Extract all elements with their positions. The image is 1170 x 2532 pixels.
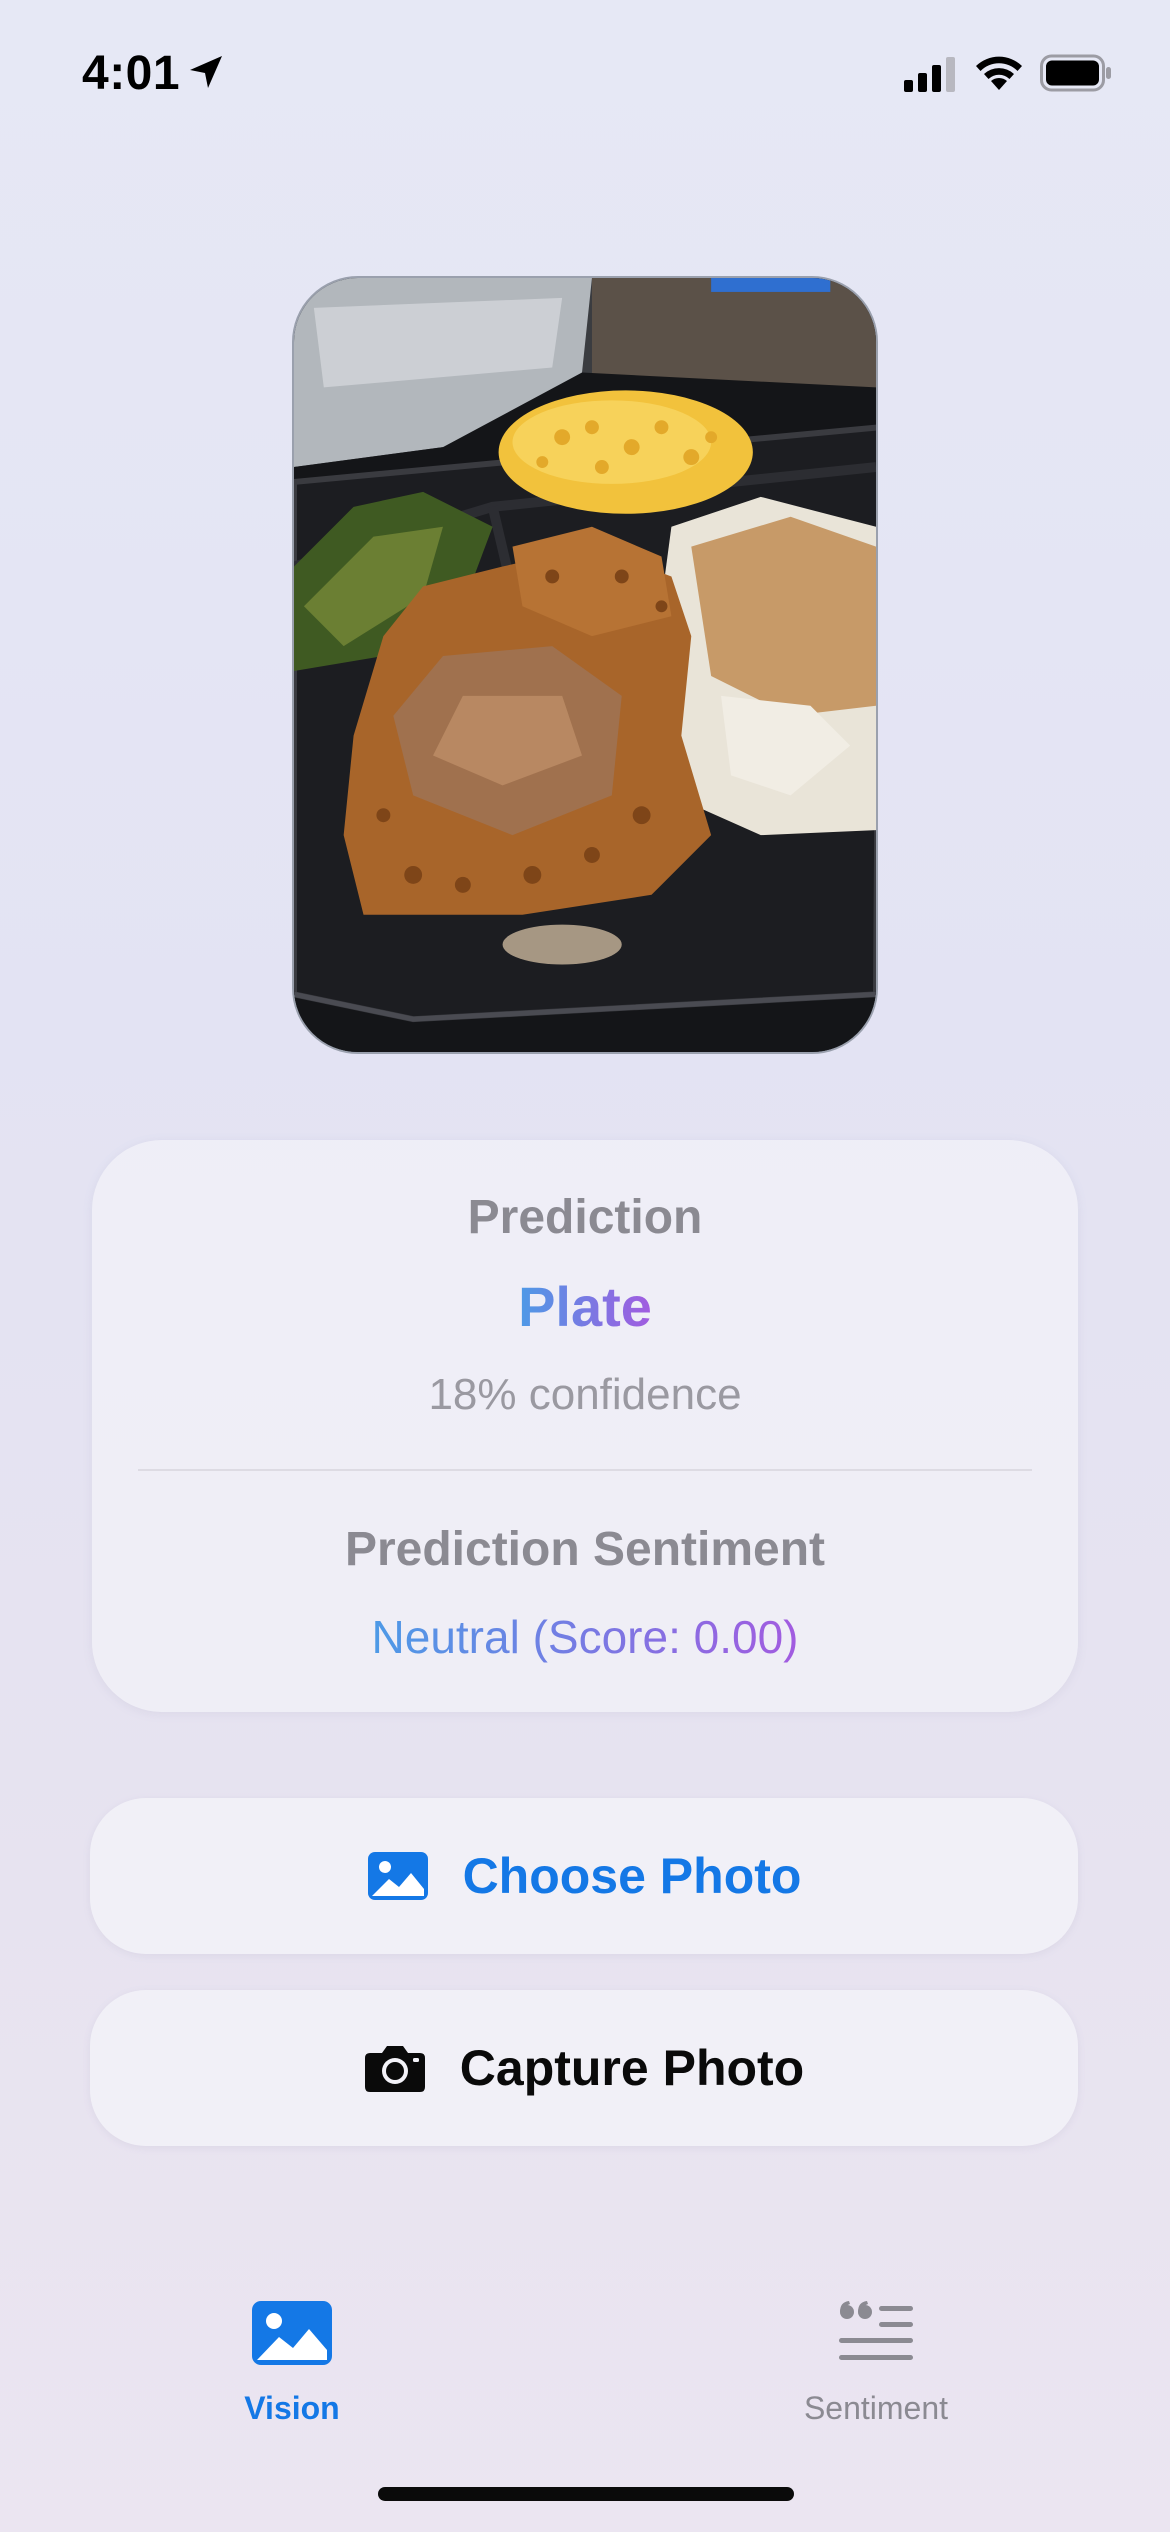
prediction-confidence: 18% confidence <box>428 1370 742 1419</box>
prediction-card: Prediction Plate 18% confidence Predicti… <box>92 1140 1078 1712</box>
quote-text-icon <box>839 2301 913 2360</box>
choose-photo-label: Choose Photo <box>462 1848 802 1904</box>
location-arrow-icon <box>190 56 222 88</box>
capture-photo-label: Capture Photo <box>459 2040 805 2096</box>
sentiment-heading: Prediction Sentiment <box>344 1523 826 1576</box>
camera-icon <box>364 2046 425 2092</box>
cellular-signal-icon <box>904 57 955 92</box>
tab-sentiment[interactable]: Sentiment <box>766 2290 986 2430</box>
status-time: 4:01 <box>82 47 181 100</box>
battery-icon <box>1040 54 1111 92</box>
status-bar: 4:01 <box>0 0 1170 150</box>
tab-bar: Vision Sentiment <box>0 2290 1170 2460</box>
photo-icon <box>367 1852 428 1900</box>
food-photo <box>294 278 876 1052</box>
tab-vision[interactable]: Vision <box>182 2290 402 2430</box>
wifi-icon <box>976 56 1022 90</box>
tab-sentiment-label: Sentiment <box>803 2390 949 2426</box>
prediction-heading: Prediction <box>467 1191 703 1244</box>
card-divider <box>138 1469 1032 1471</box>
photo-tab-icon <box>252 2301 332 2365</box>
choose-photo-button[interactable]: Choose Photo <box>90 1798 1078 1954</box>
sentiment-value-text: Neutral (Score: 0.00) <box>371 1611 799 1663</box>
capture-photo-button[interactable]: Capture Photo <box>90 1990 1078 2146</box>
sentiment-value: Neutral (Score: 0.00) <box>92 1610 1078 1664</box>
prediction-value-text: Plate <box>518 1275 652 1338</box>
home-indicator[interactable] <box>378 2487 794 2501</box>
selected-photo <box>292 276 878 1054</box>
prediction-value: Plate <box>92 1274 1078 1339</box>
tab-vision-label: Vision <box>244 2390 340 2426</box>
